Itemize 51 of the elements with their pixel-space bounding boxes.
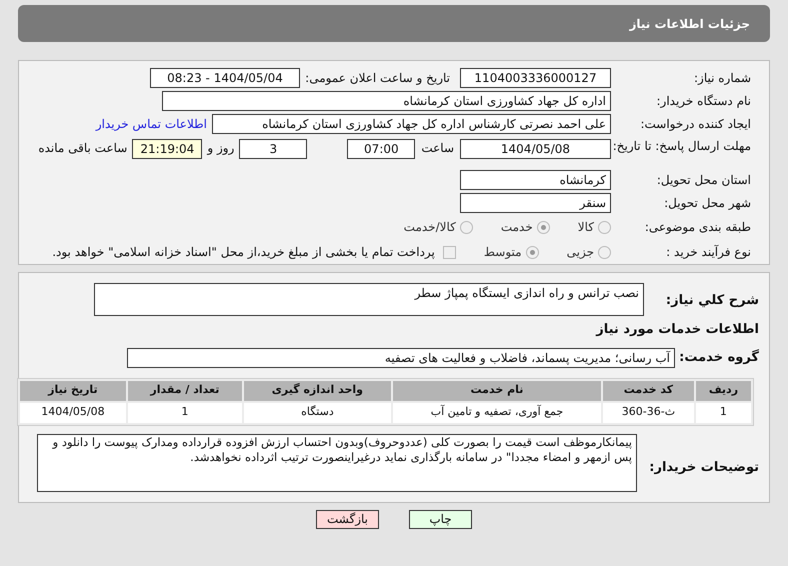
- back-button[interactable]: بازگشت: [316, 510, 379, 528]
- announce-date-field: 1404/05/04 - 08:23: [150, 68, 300, 88]
- service-group-field: آب رسانی؛ مدیریت پسماند، فاضلاب و فعالیت های تصفیه: [127, 348, 675, 368]
- table-cell: 1: [696, 402, 751, 422]
- checkbox-label: پرداخت تمام یا بخشی از مبلغ خرید،از محل "اسناد خزانه اسلامی" خواهد بود.: [52, 244, 435, 261]
- page-title: جزئیات اطلاعات نیاز: [629, 16, 750, 32]
- remaining-label: ساعت باقی مانده: [38, 140, 128, 157]
- time-label: ساعت: [421, 140, 454, 157]
- days-field: 3: [239, 139, 308, 159]
- print-button[interactable]: چاپ: [409, 510, 472, 528]
- field-label: شماره نیاز:: [693, 70, 751, 87]
- province-field: کرمانشاه: [460, 170, 611, 190]
- radio-label: متوسط: [484, 244, 522, 261]
- table-cell: 1: [128, 402, 242, 422]
- table-cell: جمع آوری، تصفیه و تامین آب: [392, 402, 602, 422]
- field-label: مهلت ارسال پاسخ: تا تاریخ:: [612, 139, 751, 154]
- radio-label: کالا/خدمت: [404, 219, 456, 236]
- field-label: توضیحات خریدار:: [649, 458, 759, 476]
- buyer-notes-field[interactable]: پیمانکارموظف است قیمت را بصورت کلی (عددوحروف)وبدون احتساب ارزش افزوده قرارداده ومدارک پیوست را دانلود و پس ازمهر و امضاء مجددا" در سامانه بارگذاری نماید درغیراینصورت ترتیب اثرداده نخواهدشد.: [37, 434, 637, 492]
- requester-field: علی احمد نصرتی کارشناس اداره کل جهاد کشاورزی استان کرمانشاه: [212, 114, 611, 134]
- need-number-field: 1104003336000127: [460, 68, 611, 88]
- column-header: ردیف: [696, 380, 751, 400]
- column-header: نام خدمت: [392, 380, 602, 400]
- city-field: سنقر: [460, 193, 611, 213]
- field-label: نوع فرآیند خرید :: [665, 244, 751, 261]
- field-label: طبقه بندی موضوعی:: [644, 219, 751, 236]
- field-label: نام دستگاه خریدار:: [656, 93, 751, 110]
- days-label: روز و: [207, 140, 234, 157]
- radio-label: کالا: [578, 219, 594, 236]
- deadline-time-field: 07:00: [347, 139, 416, 159]
- table-cell: ث-36-360: [603, 402, 694, 422]
- buyer-field: اداره کل جهاد کشاورزی استان کرمانشاه: [162, 91, 611, 111]
- remaining-time-field: 21:19:04: [132, 139, 202, 159]
- column-header: واحد اندازه گیری: [244, 380, 391, 400]
- radio-label: جزیی: [566, 244, 594, 261]
- contact-link[interactable]: اطلاعات تماس خریدار: [96, 115, 207, 133]
- column-header: کد خدمت: [603, 380, 694, 400]
- radio-label: خدمت: [500, 219, 533, 236]
- table-cell: دستگاه: [244, 402, 391, 422]
- field-label: گروه خدمت:: [678, 348, 759, 367]
- field-label: شرح کلي نياز:: [664, 292, 759, 310]
- section-heading: اطلاعات خدمات مورد نیاز: [594, 321, 759, 339]
- column-header: تاریخ نیاز: [20, 380, 126, 400]
- column-header: تعداد / مقدار: [128, 380, 242, 400]
- field-label: تاریخ و ساعت اعلان عمومی:: [304, 70, 450, 87]
- deadline-date-field: 1404/05/08: [460, 139, 611, 159]
- field-label: استان محل تحویل:: [656, 172, 751, 189]
- table-cell: 1404/05/08: [20, 402, 126, 422]
- field-label: ایجاد کننده درخواست:: [639, 116, 751, 133]
- description-field[interactable]: نصب ترانس و راه اندازی ایستگاه پمپاژ سطر: [94, 283, 644, 316]
- field-label: شهر محل تحویل:: [663, 195, 751, 212]
